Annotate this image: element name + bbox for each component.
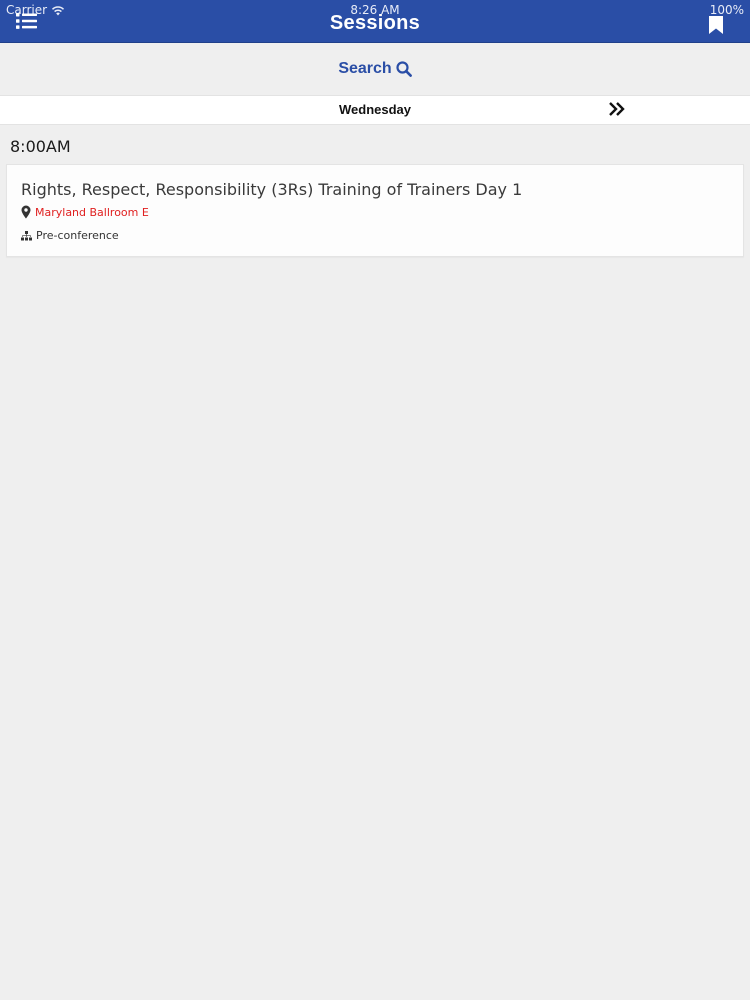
search-button[interactable]: Search: [338, 60, 412, 78]
double-chevron-right-icon: [609, 102, 625, 116]
session-title: Rights, Respect, Responsibility (3Rs) Tr…: [21, 180, 523, 199]
bookmarks-button[interactable]: [708, 15, 724, 35]
map-pin-icon: [21, 205, 31, 219]
sitemap-icon: [21, 230, 32, 240]
next-day-button[interactable]: [608, 99, 626, 119]
top-navigation-bar: Carrier 8:26 AM 100% Sessions: [0, 0, 750, 43]
bookmark-icon: [709, 16, 723, 34]
session-location: Maryland Ballroom E: [21, 205, 149, 219]
location-label: Maryland Ballroom E: [35, 205, 149, 219]
time-slot-heading: 8:00AM: [10, 137, 71, 156]
search-row: Search: [0, 43, 750, 95]
session-card[interactable]: Rights, Respect, Responsibility (3Rs) Tr…: [6, 164, 744, 257]
current-day-label: Wednesday: [338, 102, 411, 117]
magnifier-icon: [396, 61, 412, 77]
track-label: Pre-conference: [36, 229, 119, 242]
day-navigation-bar: Wednesday: [0, 95, 750, 125]
page-title: Sessions: [329, 12, 421, 34]
search-label: Search: [338, 60, 392, 77]
session-track: Pre-conference: [21, 229, 119, 242]
